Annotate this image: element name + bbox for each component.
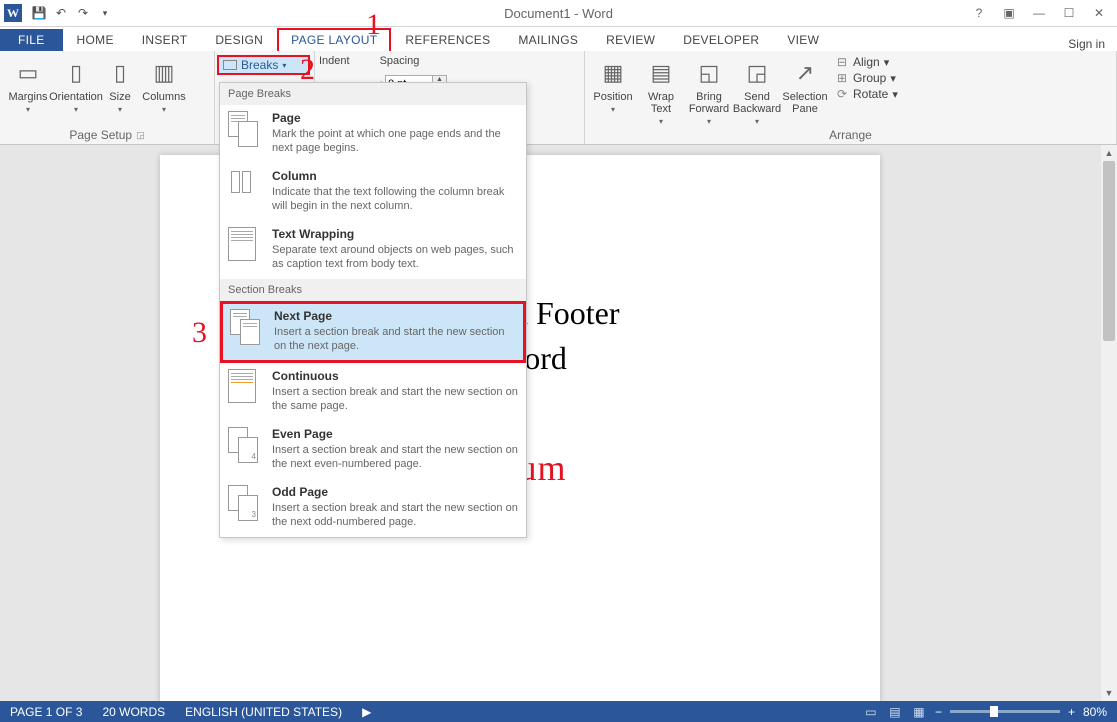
tab-review[interactable]: REVIEW — [592, 29, 669, 51]
zoom-in-icon[interactable]: + — [1068, 705, 1075, 719]
group-button[interactable]: ⊞Group ▾ — [835, 71, 898, 85]
menu-item-text-wrapping[interactable]: Text WrappingSeparate text around object… — [220, 221, 526, 279]
text-wrapping-icon — [228, 227, 262, 267]
status-words[interactable]: 20 WORDS — [92, 705, 175, 719]
align-icon: ⊟ — [835, 55, 849, 69]
tab-home[interactable]: HOME — [63, 29, 128, 51]
status-page[interactable]: PAGE 1 OF 3 — [0, 705, 92, 719]
ribbon-display-icon[interactable]: ▣ — [999, 6, 1019, 20]
zoom-slider[interactable] — [950, 710, 1060, 713]
send-backward-button[interactable]: ◲Send Backward▾ — [733, 53, 781, 128]
position-button[interactable]: ▦Position▾ — [589, 53, 637, 128]
status-bar: PAGE 1 OF 3 20 WORDS ENGLISH (UNITED STA… — [0, 701, 1117, 722]
word-app-icon: W — [4, 4, 22, 22]
menu-item-continuous[interactable]: ContinuousInsert a section break and sta… — [220, 363, 526, 421]
next-page-icon — [230, 309, 264, 349]
page-setup-label: Page Setup — [69, 128, 132, 142]
tab-file[interactable]: FILE — [0, 29, 63, 51]
scroll-down-icon[interactable]: ▼ — [1101, 685, 1117, 701]
group-icon: ⊞ — [835, 71, 849, 85]
page-breaks-header: Page Breaks — [220, 83, 526, 105]
sign-in-link[interactable]: Sign in — [1068, 37, 1117, 51]
tab-developer[interactable]: DEVELOPER — [669, 29, 773, 51]
zoom-slider-knob[interactable] — [990, 706, 998, 717]
rotate-button[interactable]: ⟳Rotate ▾ — [835, 87, 898, 101]
tab-page-layout[interactable]: PAGE LAYOUT — [277, 28, 391, 51]
undo-icon[interactable]: ↶ — [53, 5, 69, 21]
spacing-header: Spacing — [380, 55, 447, 67]
margins-button[interactable]: ▭ Margins▾ — [4, 53, 52, 128]
wrap-text-icon: ▤ — [645, 57, 677, 89]
rotate-icon: ⟳ — [835, 87, 849, 101]
bring-forward-button[interactable]: ◱Bring Forward▾ — [685, 53, 733, 128]
status-macro-icon[interactable]: ▶ — [352, 705, 381, 719]
title-bar: W 💾 ↶ ↷ ▾ Document1 - Word ? ▣ — ☐ ✕ — [0, 0, 1117, 27]
arrange-label: Arrange — [829, 128, 872, 142]
quick-access-toolbar: 💾 ↶ ↷ ▾ — [31, 5, 113, 21]
maximize-icon[interactable]: ☐ — [1059, 6, 1079, 20]
tab-insert[interactable]: INSERT — [128, 29, 202, 51]
section-breaks-header: Section Breaks — [220, 279, 526, 301]
menu-item-column[interactable]: ColumnIndicate that the text following t… — [220, 163, 526, 221]
wrap-text-button[interactable]: ▤Wrap Text▾ — [637, 53, 685, 128]
menu-item-even-page[interactable]: 24 Even PageInsert a section break and s… — [220, 421, 526, 479]
breaks-icon — [223, 60, 237, 70]
size-button[interactable]: ▯ Size▾ — [100, 53, 140, 128]
status-language[interactable]: ENGLISH (UNITED STATES) — [175, 705, 352, 719]
document-area[interactable]: eader và Footer g Word forum ▲ ▼ — [0, 145, 1117, 701]
print-layout-icon[interactable]: ▤ — [887, 705, 903, 719]
chevron-down-icon: ▾ — [282, 61, 286, 70]
redo-icon[interactable]: ↷ — [75, 5, 91, 21]
group-arrange: ▦Position▾ ▤Wrap Text▾ ◱Bring Forward▾ ◲… — [585, 51, 1117, 144]
selection-pane-button[interactable]: ↗Selection Pane — [781, 53, 829, 128]
scroll-up-icon[interactable]: ▲ — [1101, 145, 1117, 161]
menu-item-page[interactable]: PageMark the point at which one page end… — [220, 105, 526, 163]
selection-pane-icon: ↗ — [789, 57, 821, 89]
vertical-scrollbar[interactable]: ▲ ▼ — [1101, 145, 1117, 701]
margins-icon: ▭ — [12, 57, 44, 89]
menu-item-odd-page[interactable]: 13 Odd PageInsert a section break and st… — [220, 479, 526, 537]
zoom-out-icon[interactable]: − — [935, 705, 942, 719]
tab-mailings[interactable]: MAILINGS — [504, 29, 592, 51]
tab-design[interactable]: DESIGN — [201, 29, 277, 51]
minimize-icon[interactable]: — — [1029, 6, 1049, 20]
odd-page-icon: 13 — [228, 485, 262, 525]
even-page-icon: 24 — [228, 427, 262, 467]
position-icon: ▦ — [597, 57, 629, 89]
columns-button[interactable]: ▥ Columns▾ — [140, 53, 188, 128]
orientation-button[interactable]: ▯ Orientation▾ — [52, 53, 100, 128]
scroll-thumb[interactable] — [1103, 161, 1115, 341]
column-break-icon — [228, 169, 262, 209]
breaks-dropdown: Page Breaks PageMark the point at which … — [219, 82, 527, 538]
columns-icon: ▥ — [148, 57, 180, 89]
tab-references[interactable]: REFERENCES — [391, 29, 504, 51]
zoom-percent[interactable]: 80% — [1083, 705, 1107, 719]
size-icon: ▯ — [104, 57, 136, 89]
breaks-button[interactable]: Breaks ▾ — [217, 55, 310, 75]
indent-header: Indent — [319, 55, 350, 67]
read-mode-icon[interactable]: ▭ — [863, 705, 879, 719]
orientation-icon: ▯ — [60, 57, 92, 89]
close-icon[interactable]: ✕ — [1089, 6, 1109, 20]
tab-view[interactable]: VIEW — [773, 29, 833, 51]
bring-forward-icon: ◱ — [693, 57, 725, 89]
page-break-icon — [228, 111, 262, 151]
window-title: Document1 - Word — [504, 6, 613, 21]
page-setup-launcher-icon[interactable]: ◲ — [136, 130, 145, 141]
menu-item-next-page[interactable]: Next PageInsert a section break and star… — [220, 301, 526, 363]
save-icon[interactable]: 💾 — [31, 5, 47, 21]
group-page-setup: ▭ Margins▾ ▯ Orientation▾ ▯ Size▾ ▥ Colu… — [0, 51, 215, 144]
qat-dropdown-icon[interactable]: ▾ — [97, 5, 113, 21]
web-layout-icon[interactable]: ▦ — [911, 705, 927, 719]
ribbon: ▭ Margins▾ ▯ Orientation▾ ▯ Size▾ ▥ Colu… — [0, 51, 1117, 145]
help-icon[interactable]: ? — [969, 6, 989, 20]
ribbon-tabs: FILE HOME INSERT DESIGN PAGE LAYOUT REFE… — [0, 27, 1117, 51]
send-backward-icon: ◲ — [741, 57, 773, 89]
align-button[interactable]: ⊟Align ▾ — [835, 55, 898, 69]
continuous-icon — [228, 369, 262, 409]
